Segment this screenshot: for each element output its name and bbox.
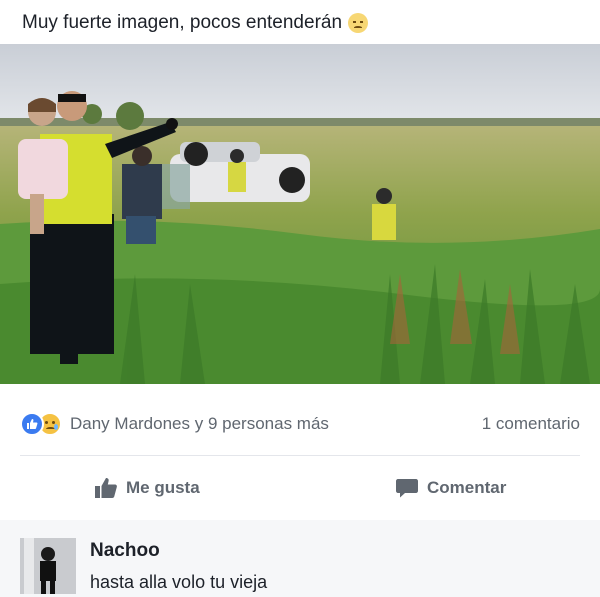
- divider: [20, 455, 580, 456]
- post-caption: Muy fuerte imagen, pocos entenderán: [22, 12, 343, 33]
- post-text: Muy fuerte imagen, pocos entenderán: [22, 8, 369, 38]
- comment-author[interactable]: Nachoo: [90, 540, 160, 562]
- sad-face-icon: [348, 13, 369, 33]
- like-button[interactable]: Me gusta: [94, 477, 200, 499]
- comment-bubble-icon: [396, 479, 418, 498]
- reactions-summary[interactable]: Dany Mardones y 9 personas más: [70, 414, 329, 434]
- reactions-bar: Dany Mardones y 9 personas más 1 comenta…: [0, 402, 600, 446]
- like-icon: [20, 412, 44, 436]
- post-photo[interactable]: [0, 44, 600, 384]
- avatar[interactable]: [20, 538, 76, 594]
- comment-label: Comentar: [427, 478, 507, 497]
- comment-button[interactable]: Comentar: [395, 477, 506, 499]
- post-actions: Me gusta Comentar: [0, 466, 600, 510]
- comments-count[interactable]: 1 comentario: [482, 414, 580, 434]
- avatar-image: [20, 538, 76, 594]
- thumbs-up-icon: [95, 478, 117, 498]
- comment-text: hasta alla volo tu vieja: [90, 572, 268, 592]
- accident-scene-image: [0, 44, 600, 384]
- like-label: Me gusta: [126, 478, 200, 497]
- reaction-icons[interactable]: [20, 412, 62, 436]
